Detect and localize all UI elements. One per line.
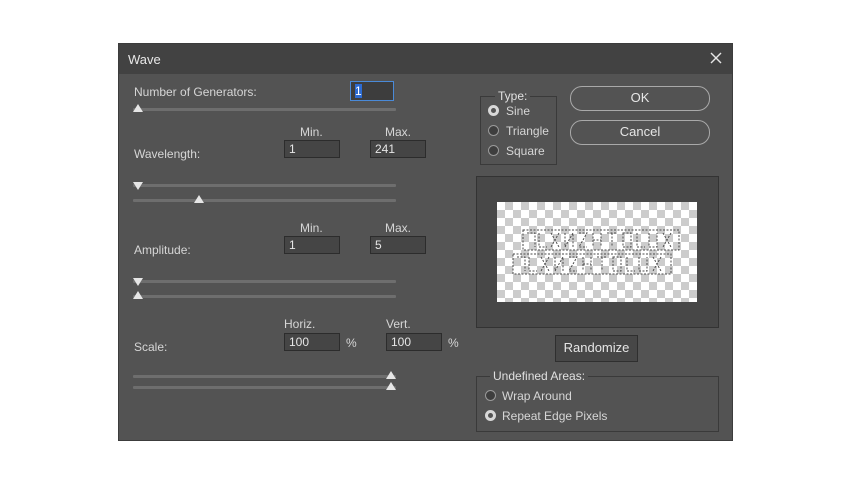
scale-horiz-slider-thumb[interactable] [386, 371, 396, 379]
ok-button[interactable]: OK [570, 86, 710, 111]
preview-panel[interactable] [476, 176, 719, 328]
type-square-label: Square [506, 144, 545, 158]
wavelength-label: Wavelength: [134, 147, 201, 161]
wavelength-max-input[interactable] [370, 140, 426, 158]
wave-dialog: Wave Number of Generators: 1 Min. Max. W… [119, 44, 732, 440]
scale-vert-slider-track[interactable] [133, 386, 396, 389]
type-triangle-label: Triangle [506, 124, 549, 138]
amplitude-max-slider-thumb[interactable] [133, 291, 143, 299]
amplitude-label: Amplitude: [134, 243, 191, 257]
amplitude-min-slider-thumb[interactable] [133, 278, 143, 286]
type-sine-radio[interactable] [488, 105, 499, 116]
generators-label: Number of Generators: [134, 85, 257, 99]
generators-input[interactable]: 1 [350, 81, 394, 101]
wrap-around-radio[interactable] [485, 390, 496, 401]
scale-label: Scale: [134, 340, 168, 354]
scale-horiz-header: Horiz. [284, 317, 316, 331]
dialog-title: Wave [128, 52, 161, 67]
amplitude-min-input[interactable] [284, 236, 340, 254]
generators-slider-track[interactable] [133, 108, 396, 111]
scale-horiz-input[interactable] [284, 333, 340, 351]
scale-vert-slider-thumb[interactable] [386, 382, 396, 390]
randomize-button[interactable]: Randomize [555, 335, 638, 362]
repeat-edge-pixels-label: Repeat Edge Pixels [502, 409, 608, 423]
wave-distorted-text-graphic [512, 229, 680, 275]
type-triangle-radio[interactable] [488, 125, 499, 136]
scale-vert-percent: % [448, 336, 459, 350]
undefined-areas-legend: Undefined Areas: [490, 369, 589, 383]
wavelength-max-header: Max. [385, 125, 412, 139]
type-square-radio[interactable] [488, 145, 499, 156]
amplitude-min-header: Min. [300, 221, 323, 235]
scale-vert-header: Vert. [386, 317, 411, 331]
amplitude-max-input[interactable] [370, 236, 426, 254]
undefined-areas-group: Undefined Areas: [476, 369, 719, 432]
cancel-button[interactable]: Cancel [570, 120, 710, 145]
scale-vert-input[interactable] [386, 333, 442, 351]
generators-value: 1 [355, 84, 362, 98]
close-icon[interactable] [708, 50, 724, 66]
repeat-edge-pixels-radio[interactable] [485, 410, 496, 421]
amplitude-max-slider-track[interactable] [133, 295, 396, 298]
preview-image [497, 202, 697, 302]
generators-slider-thumb[interactable] [133, 104, 143, 112]
wavelength-min-slider-track[interactable] [133, 184, 396, 187]
wavelength-max-slider-thumb[interactable] [193, 195, 204, 203]
wrap-around-label: Wrap Around [502, 389, 572, 403]
wavelength-max-slider-track[interactable] [133, 199, 396, 202]
scale-horiz-slider-track[interactable] [133, 375, 396, 378]
type-sine-label: Sine [506, 104, 531, 118]
wavelength-min-input[interactable] [284, 140, 340, 158]
wavelength-min-slider-thumb[interactable] [133, 182, 143, 190]
wavelength-min-header: Min. [300, 125, 323, 139]
scale-horiz-percent: % [346, 336, 357, 350]
amplitude-max-header: Max. [385, 221, 412, 235]
amplitude-min-slider-track[interactable] [133, 280, 396, 283]
type-group-legend: Type: [495, 89, 531, 103]
title-bar: Wave [119, 44, 732, 74]
